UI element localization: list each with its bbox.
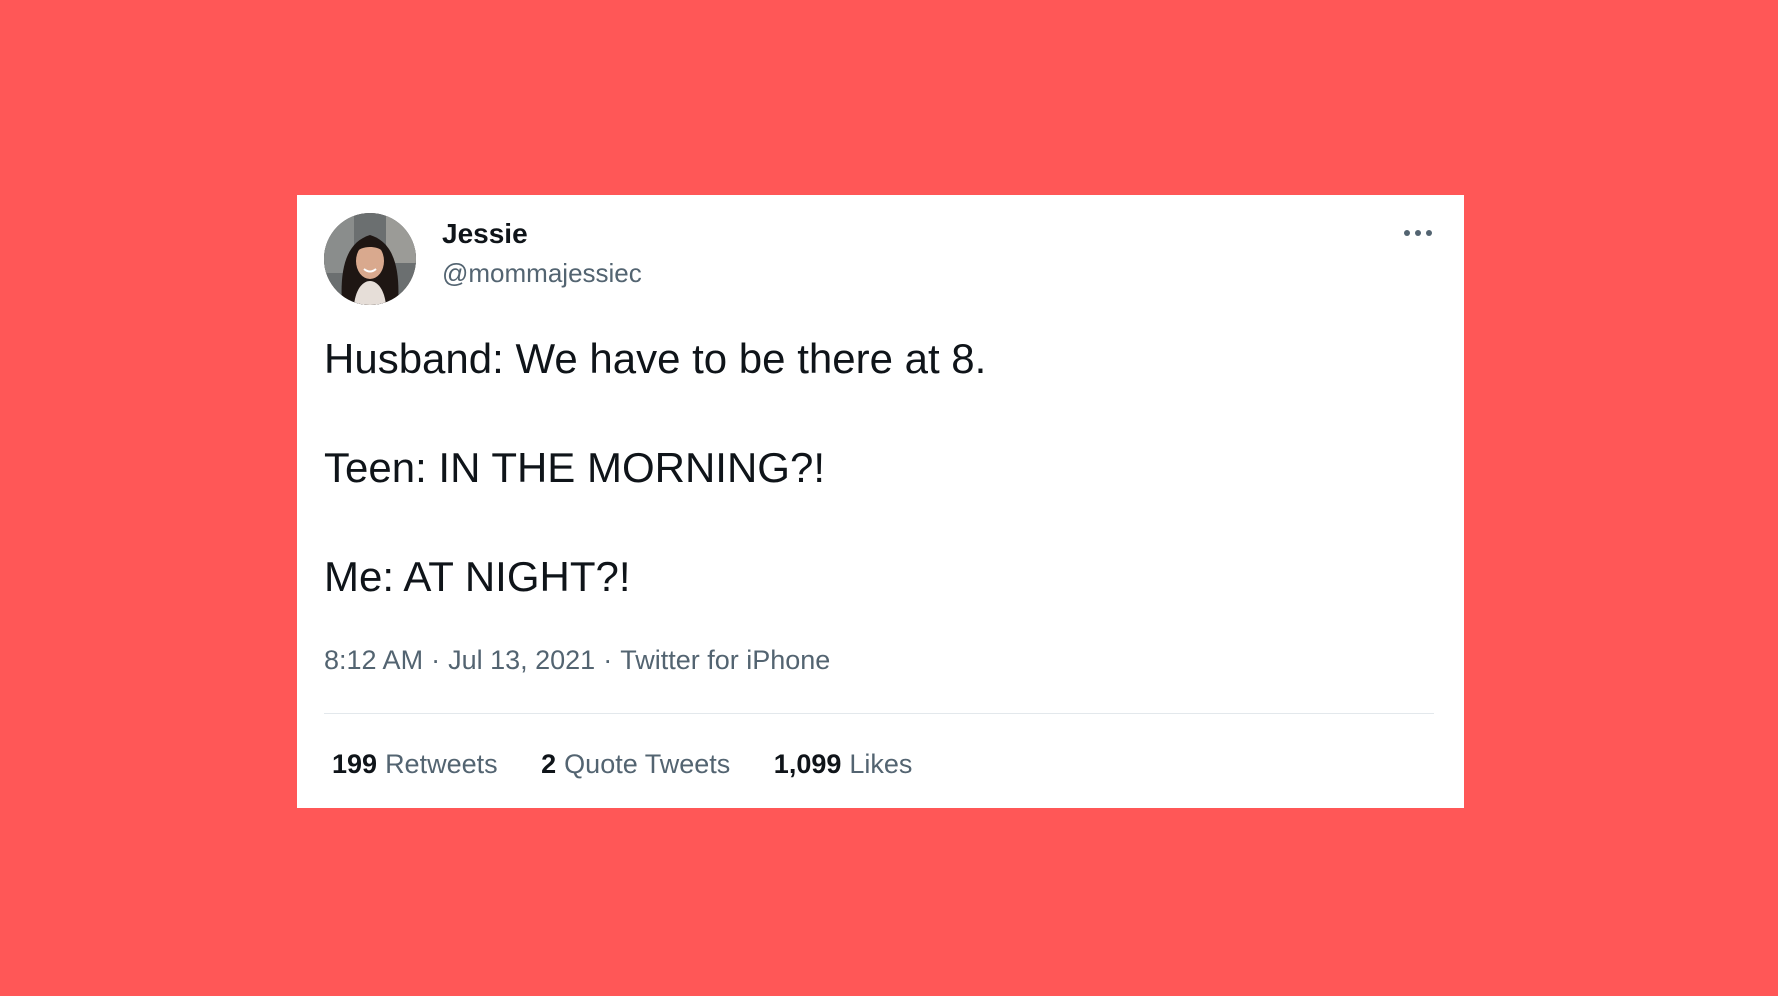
- retweets-count: 199: [332, 749, 378, 779]
- retweets-stat[interactable]: 199 Retweets: [332, 751, 498, 778]
- tweet-line: Teen: IN THE MORNING?!: [324, 444, 826, 491]
- quote-tweets-label: Quote Tweets: [564, 749, 731, 779]
- tweet-stats: 199 Retweets 2 Quote Tweets 1,099 Likes: [332, 751, 948, 778]
- tweet-meta: 8:12 AM · Jul 13, 2021 · Twitter for iPhone: [324, 647, 830, 674]
- quote-tweets-stat[interactable]: 2 Quote Tweets: [541, 751, 730, 778]
- meta-separator: ·: [603, 645, 613, 675]
- profile-photo-icon: [324, 213, 416, 305]
- tweet-line: Husband: We have to be there at 8.: [324, 335, 987, 382]
- tweet-date[interactable]: Jul 13, 2021: [448, 645, 595, 675]
- divider: [324, 713, 1434, 714]
- likes-label: Likes: [849, 749, 913, 779]
- retweets-label: Retweets: [385, 749, 498, 779]
- likes-stat[interactable]: 1,099 Likes: [774, 751, 913, 778]
- quote-tweets-count: 2: [541, 749, 557, 779]
- avatar[interactable]: [324, 213, 416, 305]
- author-name[interactable]: Jessie: [442, 220, 528, 248]
- tweet-card: Jessie @mommajessiec Husband: We have to…: [297, 195, 1464, 808]
- tweet-line: Me: AT NIGHT?!: [324, 553, 631, 600]
- tweet-source[interactable]: Twitter for iPhone: [620, 645, 830, 675]
- more-horizontal-icon[interactable]: [1402, 225, 1434, 241]
- likes-count: 1,099: [773, 749, 842, 779]
- meta-separator: ·: [431, 645, 441, 675]
- tweet-text: Husband: We have to be there at 8. Teen:…: [324, 338, 1424, 598]
- tweet-time[interactable]: 8:12 AM: [324, 645, 423, 675]
- author-handle[interactable]: @mommajessiec: [442, 260, 642, 286]
